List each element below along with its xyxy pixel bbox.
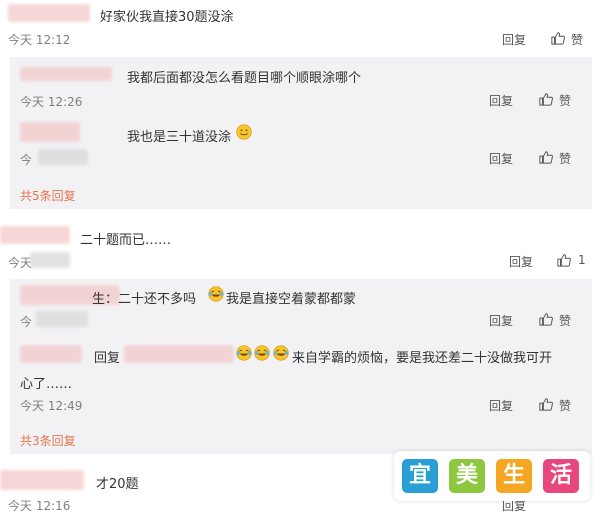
reply-button[interactable]: 回复 <box>489 397 513 414</box>
reply-prefix: 回复 <box>94 351 121 366</box>
reply-text-prefix: 生：二十还不多吗 <box>92 292 197 307</box>
time-blurred <box>38 149 88 165</box>
reply-button[interactable]: 回复 <box>502 31 526 48</box>
reply-text: 我也是三十道没涂 <box>127 130 232 145</box>
more-replies-link[interactable]: 共5条回复 <box>20 187 76 204</box>
watermark-char: 宜 <box>402 459 438 493</box>
thumbs-up-icon[interactable] <box>539 92 553 106</box>
like-button[interactable]: 赞 <box>559 312 571 329</box>
reply-text: 来自学霸的烦恼，要是我还差二十没做我可开 <box>292 351 553 366</box>
comment-text: 二十题而已…… <box>80 233 172 248</box>
laugh-cry-emoji-icon <box>208 286 224 302</box>
like-button[interactable]: 赞 <box>559 397 571 414</box>
mention-blurred <box>124 345 234 363</box>
time-blurred <box>36 311 88 327</box>
like-count: 1 <box>578 253 586 267</box>
time-blurred <box>30 252 70 268</box>
like-button[interactable]: 赞 <box>571 31 583 48</box>
username-blurred <box>8 4 90 22</box>
laugh-cry-emoji-icon <box>273 345 289 361</box>
watermark-char: 美 <box>449 459 485 493</box>
like-button[interactable]: 赞 <box>559 92 571 109</box>
username-blurred <box>20 345 82 363</box>
username-blurred <box>0 470 84 490</box>
reply-time: 今天 12:49 <box>20 399 83 413</box>
laugh-cry-emoji-icon <box>254 345 270 361</box>
comment-time: 今天 12:16 <box>8 499 71 513</box>
reply-text-continued: 心了…… <box>20 377 73 392</box>
comment-text: 好家伙我直接30题没涂 <box>100 10 234 25</box>
like-button[interactable]: 赞 <box>559 150 571 167</box>
reply-time: 今 <box>20 153 33 167</box>
reply-button[interactable]: 回复 <box>489 150 513 167</box>
thumbs-up-icon[interactable] <box>539 312 553 326</box>
thumbs-up-icon[interactable] <box>539 150 553 164</box>
reply-button[interactable]: 回复 <box>489 312 513 329</box>
comment-time: 今天 12:12 <box>8 33 71 47</box>
watermark-char: 生 <box>496 459 532 493</box>
thumbs-up-icon[interactable] <box>551 31 565 45</box>
laugh-cry-emoji-icon <box>236 345 252 361</box>
reply-button[interactable]: 回复 <box>489 92 513 109</box>
more-replies-link[interactable]: 共3条回复 <box>20 432 76 449</box>
comment-time: 今天 <box>8 256 33 270</box>
reply-time: 今天 12:26 <box>20 95 83 109</box>
thumbs-up-icon[interactable] <box>539 397 553 411</box>
reply-time: 今 <box>20 315 33 329</box>
username-blurred <box>20 122 80 142</box>
reply-text-suffix: 我是直接空着蒙都都蒙 <box>226 292 357 307</box>
reply-text: 我都后面都没怎么看题目哪个顺眼涂哪个 <box>127 71 362 86</box>
watermark-char: 活 <box>543 459 579 493</box>
username-blurred <box>20 67 112 81</box>
username-blurred <box>0 226 70 244</box>
thumbs-up-icon[interactable] <box>557 253 571 267</box>
watermark-logo: 宜 美 生 活 <box>394 451 590 501</box>
smile-emoji-icon <box>236 124 252 140</box>
reply-button[interactable]: 回复 <box>509 253 533 270</box>
comment-text: 才20题 <box>96 477 139 492</box>
